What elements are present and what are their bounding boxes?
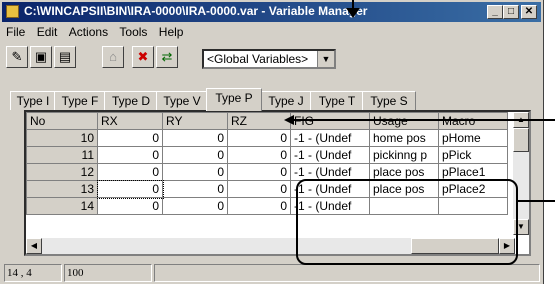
annotation-arrow-top (346, 0, 360, 18)
annotation-arrows (284, 0, 555, 202)
annotation-arrow-right-upper (284, 115, 555, 125)
tab-type-p[interactable]: Type P (206, 88, 262, 111)
